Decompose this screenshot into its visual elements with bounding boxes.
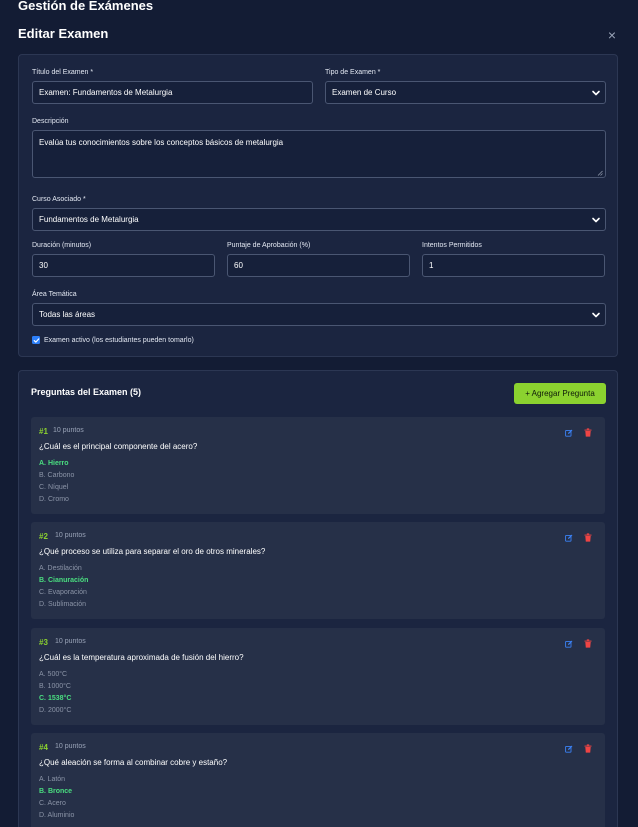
correct-option: C. 1538°C (39, 695, 72, 702)
exam-form-card: Título del Examen * Tipo de Examen * Exa… (18, 54, 618, 357)
chevron-down-icon (592, 217, 600, 222)
correct-option: A. Hierro (39, 460, 69, 467)
answer-option: D. 2000°C (39, 707, 72, 714)
question-number: #4 (39, 743, 48, 752)
edit-icon[interactable] (565, 534, 573, 542)
area-label: Área Temática (32, 291, 77, 298)
course-label: Curso Asociado * (32, 196, 86, 203)
answer-option: A. Latón (39, 776, 66, 783)
type-select-value: Examen de Curso (332, 88, 397, 97)
questions-card: Preguntas del Examen (5) + Agregar Pregu… (18, 370, 618, 827)
course-select[interactable]: Fundamentos de Metalurgia (32, 208, 606, 231)
close-icon[interactable]: × (604, 27, 620, 43)
trash-icon[interactable] (584, 744, 592, 753)
checkmark-icon (33, 337, 39, 343)
attempts-input[interactable] (422, 254, 605, 277)
course-select-value: Fundamentos de Metalurgia (39, 215, 139, 224)
active-checkbox-label: Examen activo (los estudiantes pueden to… (44, 336, 194, 344)
area-select-value: Todas las áreas (39, 310, 96, 319)
answer-option: C. Acero (39, 800, 66, 807)
passing-score-label: Puntaje de Aprobación (%) (227, 242, 311, 249)
answer-option: D. Cromo (39, 496, 69, 503)
question-card: #3 10 puntos ¿Cuál es la temperatura aprox… (31, 628, 605, 725)
question-text: ¿Qué proceso se utiliza para separar el … (39, 547, 266, 556)
trash-icon[interactable] (584, 533, 592, 542)
answer-option: C. Evaporación (39, 589, 87, 596)
type-select[interactable]: Examen de Curso (325, 81, 606, 104)
correct-option: B. Cianuración (39, 577, 89, 584)
answer-option: D. Sublimación (39, 601, 87, 608)
area-select[interactable]: Todas las áreas (32, 303, 606, 326)
question-text: ¿Cuál es el principal componente del ace… (39, 442, 198, 451)
trash-icon[interactable] (584, 428, 592, 437)
question-points: 10 puntos (55, 743, 86, 750)
correct-option: B. Bronce (39, 788, 73, 795)
duration-input[interactable] (32, 254, 215, 277)
question-number: #3 (39, 638, 48, 647)
page-title: Gestión de Exámenes (18, 0, 154, 13)
answer-option: C. Níquel (39, 484, 69, 491)
question-card: #1 10 puntos ¿Cuál es el principal compone… (31, 417, 605, 514)
modal-title: Editar Examen (18, 26, 109, 41)
questions-header: Preguntas del Examen (5) (31, 387, 142, 397)
answer-option: A. 500°C (39, 671, 68, 678)
question-text: ¿Cuál es la temperatura aproximada de fu… (39, 653, 244, 662)
question-number: #1 (39, 427, 48, 436)
question-points: 10 puntos (55, 638, 86, 645)
answer-option: A. Destilación (39, 565, 82, 572)
attempts-label: Intentos Permitidos (422, 242, 482, 249)
description-textarea[interactable]: Evalúa tus conocimientos sobre los conce… (32, 130, 606, 178)
trash-icon[interactable] (584, 639, 592, 648)
type-label: Tipo de Examen * (325, 69, 381, 76)
question-points: 10 puntos (53, 427, 84, 434)
edit-icon[interactable] (565, 640, 573, 648)
answer-option: D. Aluminio (39, 812, 75, 819)
active-checkbox[interactable] (32, 336, 40, 344)
chevron-down-icon (592, 312, 600, 317)
add-question-button[interactable]: + Agregar Pregunta (514, 383, 606, 404)
title-input[interactable] (32, 81, 313, 104)
duration-label: Duración (minutos) (32, 242, 92, 249)
description-label: Descripción (32, 118, 69, 125)
edit-icon[interactable] (565, 745, 573, 753)
chevron-down-icon (592, 90, 600, 95)
active-checkbox-row: Examen activo (los estudiantes pueden to… (32, 336, 194, 344)
answer-option: B. 1000°C (39, 683, 71, 690)
question-text: ¿Qué aleación se forma al combinar cobre… (39, 758, 228, 767)
title-label: Título del Examen * (32, 69, 94, 76)
edit-icon[interactable] (565, 429, 573, 437)
question-points: 10 puntos (55, 532, 86, 539)
passing-score-input[interactable] (227, 254, 410, 277)
answer-option: B. Carbono (39, 472, 75, 479)
question-number: #2 (39, 532, 48, 541)
question-card: #4 10 puntos ¿Qué aleación se forma al com… (31, 733, 605, 827)
question-card: #2 10 puntos ¿Qué proceso se utiliza para … (31, 522, 605, 619)
